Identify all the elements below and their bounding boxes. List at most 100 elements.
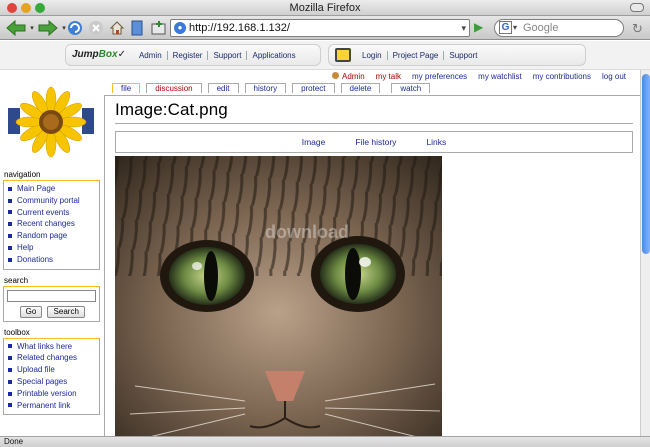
toc-link-file-history[interactable]: File history [355, 137, 396, 147]
search-portlet: search Go Search [3, 276, 102, 322]
tab-file[interactable]: file [112, 83, 141, 93]
jumpbox-logo[interactable]: JumpBox✓ [66, 45, 134, 65]
status-bar: Done [0, 436, 650, 447]
minimize-window-button[interactable] [21, 3, 31, 13]
nav-item-recent-changes[interactable]: Recent changes [8, 218, 99, 230]
my-talk-link[interactable]: my talk [376, 72, 401, 81]
bookmarks-button[interactable] [130, 18, 144, 38]
engine-dropdown-icon[interactable]: ▾ [513, 20, 517, 36]
image-toc: Image File history Links [115, 131, 633, 153]
jumpbox-link-register[interactable]: Register [168, 50, 209, 60]
toolbox-portlet: toolbox What links here Related changes … [3, 328, 102, 416]
main-content: Image:Cat.png Image File history Links d… [104, 95, 640, 436]
home-icon [109, 21, 125, 35]
url-bar[interactable]: ● http://192.168.1.132/ ▾ [170, 19, 470, 37]
tab-delete[interactable]: delete [340, 83, 381, 93]
title-bar: Mozilla Firefox [0, 0, 650, 16]
go-search-button[interactable]: Go [20, 305, 42, 318]
jumpbox-link-project-page[interactable]: Project Page [388, 50, 445, 60]
window-title: Mozilla Firefox [289, 2, 361, 14]
toolbox-item-upload-file[interactable]: Upload file [8, 364, 99, 376]
reload-button[interactable] [66, 18, 84, 38]
sidebar: navigation Main Page Community portal Cu… [0, 170, 102, 421]
wiki-search-input[interactable] [7, 289, 96, 302]
toolbox-box: What links here Related changes Upload f… [3, 337, 100, 416]
cat-photo: download [115, 156, 442, 436]
go-button[interactable]: ▶ [474, 20, 488, 34]
watermark-text: download [265, 222, 349, 242]
jumpbox-logo-a: Jump [72, 49, 99, 60]
toolbox-item-permanent-link[interactable]: Permanent link [8, 400, 99, 412]
jumpbox-link-applications[interactable]: Applications [247, 51, 300, 60]
web-search-field[interactable]: G ▾ Google [494, 19, 624, 37]
back-arrow-icon [6, 19, 26, 37]
toolbox-heading: toolbox [4, 327, 30, 337]
cat-image[interactable]: download [115, 156, 442, 436]
my-contributions-link[interactable]: my contributions [533, 72, 591, 81]
tab-history[interactable]: history [244, 83, 287, 93]
bookmark-icon [131, 20, 143, 36]
navigation-toolbar: ▾ ▾ ● http://192.168.1.132/ ▾ ▶ G ▾ Goog… [0, 16, 650, 40]
search-button[interactable]: Search [47, 305, 86, 318]
tab-protect[interactable]: protect [292, 83, 335, 93]
site-logo[interactable] [8, 86, 94, 158]
toc-link-image[interactable]: Image [302, 137, 326, 147]
nav-item-donations[interactable]: Donations [8, 254, 99, 266]
forward-button[interactable] [36, 18, 60, 38]
nav-item-community-portal[interactable]: Community portal [8, 195, 99, 207]
user-icon [331, 71, 339, 79]
toolbox-list: What links here Related changes Upload f… [8, 341, 99, 412]
jumpbox-app-icon [335, 48, 351, 62]
nav-item-help[interactable]: Help [8, 242, 99, 254]
navigation-list: Main Page Community portal Current event… [8, 183, 99, 266]
my-watchlist-link[interactable]: my watchlist [478, 72, 522, 81]
navigation-portlet: navigation Main Page Community portal Cu… [3, 170, 102, 270]
vertical-scrollbar[interactable] [640, 70, 650, 436]
toolbox-item-special-pages[interactable]: Special pages [8, 376, 99, 388]
scrollbar-thumb[interactable] [642, 74, 650, 254]
toc-link-links[interactable]: Links [426, 137, 446, 147]
tab-watch[interactable]: watch [391, 83, 431, 93]
close-window-button[interactable] [7, 3, 17, 13]
toolbar-toggle-button[interactable] [630, 3, 644, 12]
navigation-box: Main Page Community portal Current event… [3, 180, 100, 270]
log-out-link[interactable]: log out [602, 72, 626, 81]
tab-discussion[interactable]: discussion [146, 83, 202, 93]
stop-button[interactable] [87, 18, 105, 38]
jumpbox-logo-b: Box [98, 49, 118, 60]
jumpbox-link-support[interactable]: Support [208, 50, 248, 60]
back-history-dropdown[interactable]: ▾ [28, 18, 36, 38]
status-text: Done [4, 437, 24, 446]
back-button[interactable] [4, 18, 28, 38]
forward-arrow-icon [38, 19, 58, 37]
nav-item-main-page[interactable]: Main Page [8, 183, 99, 195]
reload-icon [68, 21, 82, 35]
activity-throbber-icon: ↻ [632, 21, 643, 36]
nav-item-current-events[interactable]: Current events [8, 207, 99, 219]
google-engine-icon[interactable]: G [499, 21, 512, 34]
toolbox-item-printable-version[interactable]: Printable version [8, 388, 99, 400]
stop-icon [89, 21, 103, 35]
jumpbox-link-support-right[interactable]: Support [444, 51, 482, 60]
title-divider [115, 123, 633, 124]
search-box: Go Search [3, 285, 100, 322]
tab-icon [151, 21, 166, 35]
nav-item-random-page[interactable]: Random page [8, 230, 99, 242]
navigation-heading: navigation [4, 170, 41, 179]
toolbox-item-what-links-here[interactable]: What links here [8, 341, 99, 353]
user-name: Admin [341, 71, 365, 81]
zoom-window-button[interactable] [35, 3, 45, 13]
jumpbox-bar: JumpBox✓ Admin Register Support Applicat… [0, 41, 650, 70]
my-preferences-link[interactable]: my preferences [412, 72, 467, 81]
jumpbox-link-admin[interactable]: Admin [134, 50, 168, 60]
url-history-dropdown-icon[interactable]: ▾ [461, 20, 466, 36]
jumpbox-link-login[interactable]: Login [357, 50, 388, 60]
home-button[interactable] [108, 18, 126, 38]
page-content: Admin my talk my preferences my watchlis… [0, 70, 640, 436]
new-tab-button[interactable] [150, 18, 168, 38]
toolbox-item-related-changes[interactable]: Related changes [8, 352, 99, 364]
user-link[interactable]: Admin [331, 71, 365, 81]
jumpbox-left-menu: JumpBox✓ Admin Register Support Applicat… [65, 44, 321, 66]
tab-edit[interactable]: edit [207, 83, 239, 93]
search-heading: search [4, 275, 29, 285]
